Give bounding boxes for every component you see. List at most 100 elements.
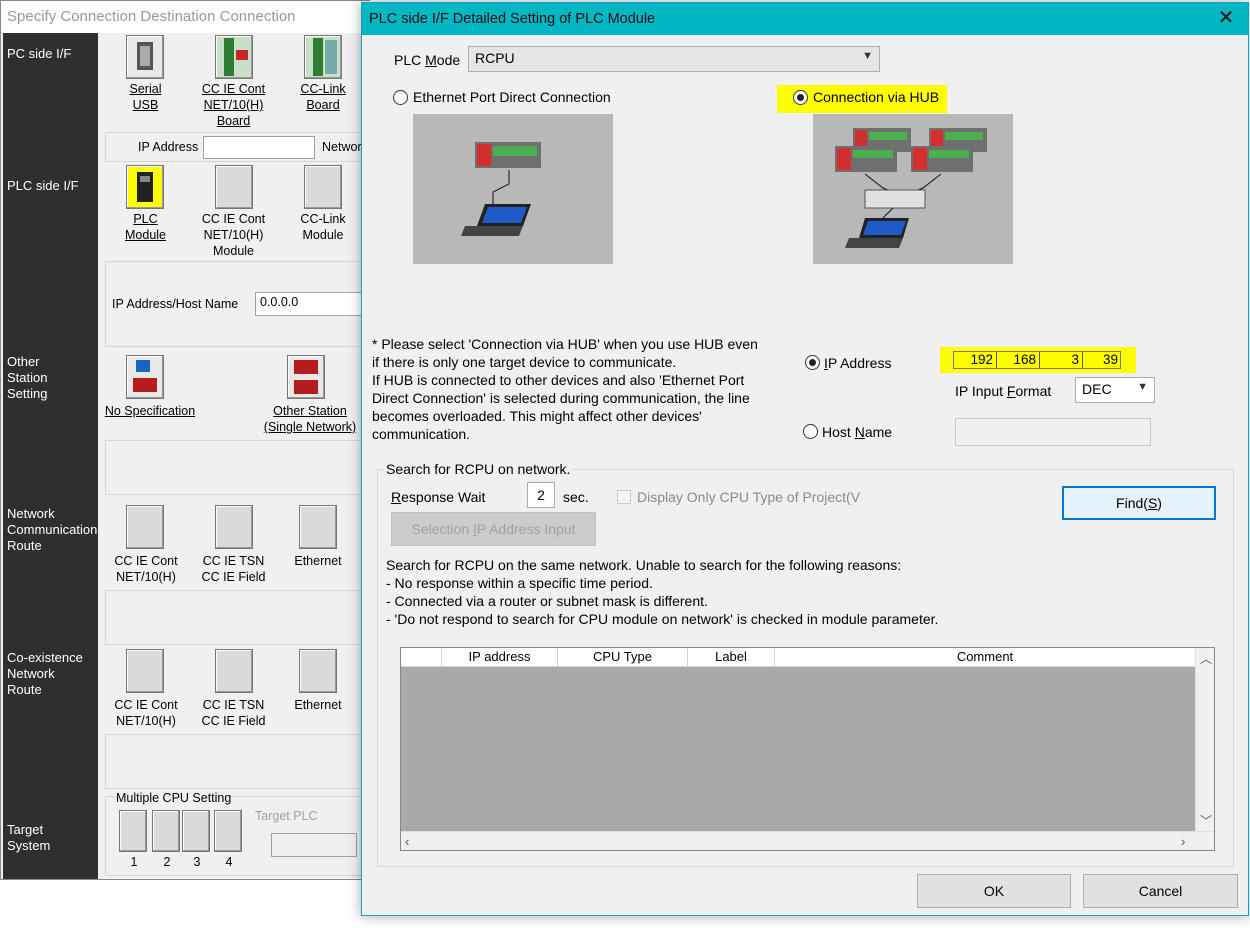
sidebar-label-plc-side: PLC side I/F (7, 178, 79, 193)
search-results-table[interactable]: IP address CPU Type Label Comment ︿ ﹀ ‹ … (400, 647, 1215, 851)
other-item-no-specification[interactable]: No Specification (104, 403, 196, 419)
plc-item-cc-link-module[interactable]: CC-Link Module (294, 211, 352, 243)
direct-connection-radio[interactable] (393, 90, 408, 105)
ip-host-name-label: IP Address/Host Name (112, 297, 239, 311)
ip-input-format-select[interactable]: DEC ▼ (1075, 377, 1155, 403)
column-header-ip-address[interactable]: IP address (442, 648, 558, 666)
plc-item-cc-ie-module[interactable]: CC IE Cont NET/10(H) Module (196, 211, 271, 259)
host-name-input[interactable] (955, 418, 1151, 446)
sidebar-label-other-station: Other Station Setting (7, 354, 48, 401)
dialog-title-bar: PLC side I/F Detailed Setting of PLC Mod… (362, 3, 1248, 35)
multiple-cpu-label: Multiple CPU Setting (114, 791, 234, 805)
other-item-other-station[interactable]: Other Station (Single Network) (260, 403, 360, 435)
scroll-left-icon[interactable]: ‹ (405, 834, 409, 849)
sidebar-label-coexistence: Co-existence Network Route (7, 650, 83, 697)
close-icon[interactable]: ✕ (1212, 7, 1240, 31)
settings-sidebar: PC side I/F PLC side I/F Other Station S… (3, 33, 98, 879)
cpu-2-button[interactable] (152, 810, 180, 852)
direct-connection-illustration (413, 114, 613, 264)
cpu-4-button[interactable] (214, 810, 242, 852)
cc-link-board-icon[interactable] (304, 35, 342, 79)
display-only-checkbox[interactable] (617, 490, 631, 504)
vertical-scrollbar[interactable]: ︿ ﹀ (1195, 648, 1214, 831)
ok-button[interactable]: OK (917, 874, 1071, 908)
ip-address-field[interactable]: 192 168 3 39 (953, 351, 1121, 369)
chevron-down-icon: ▼ (1137, 381, 1148, 393)
column-header-index[interactable] (401, 648, 442, 666)
hub-usage-note: * Please select 'Connection via HUB' whe… (372, 336, 758, 442)
ip-octet-2[interactable]: 168 (997, 352, 1039, 368)
scroll-down-icon[interactable]: ﹀ (1200, 812, 1212, 829)
host-name-label[interactable]: Host Name (822, 424, 892, 440)
scroll-up-icon[interactable]: ︿ (1200, 650, 1212, 667)
plc-mode-value: RCPU (475, 50, 515, 66)
direct-connection-label[interactable]: Ethernet Port Direct Connection (413, 89, 611, 105)
ip-octet-3[interactable]: 3 (1040, 352, 1082, 368)
coexist-cc-ie-tsn-icon[interactable] (215, 649, 253, 693)
ip-address-radio[interactable] (805, 355, 820, 370)
hub-connection-label[interactable]: Connection via HUB (813, 89, 939, 105)
search-info-text: Search for RCPU on the same network. Una… (386, 557, 939, 627)
response-wait-input[interactable]: 2 (527, 482, 555, 508)
serial-usb-icon[interactable] (126, 35, 164, 79)
route-item-ethernet[interactable]: Ethernet (292, 553, 344, 569)
host-name-radio[interactable] (803, 424, 818, 439)
sidebar-label-target-system: Target System (7, 822, 51, 853)
coexist-item-cc-ie-cont[interactable]: CC IE Cont NET/10(H) (110, 697, 182, 729)
coexist-item-cc-ie-tsn[interactable]: CC IE TSN CC IE Field (196, 697, 271, 729)
hub-connection-radio[interactable] (793, 90, 808, 105)
find-button[interactable]: Find(S) (1062, 486, 1216, 520)
plc-module-icon[interactable] (126, 165, 164, 209)
coexist-cc-ie-cont-icon[interactable] (126, 649, 164, 693)
pc-ip-address-label: IP Address (138, 140, 199, 154)
route-item-cc-ie-tsn[interactable]: CC IE TSN CC IE Field (196, 553, 271, 585)
background-window-title: Specify Connection Destination Connectio… (1, 1, 371, 33)
target-plc-input[interactable] (271, 833, 357, 857)
cc-link-module-icon[interactable] (304, 165, 342, 209)
no-specification-icon[interactable] (126, 355, 164, 399)
cpu-3-button[interactable] (182, 810, 210, 852)
response-wait-unit: sec. (563, 489, 589, 505)
route-ethernet-icon[interactable] (299, 505, 337, 549)
ip-octet-1[interactable]: 192 (954, 352, 996, 368)
coexist-item-ethernet[interactable]: Ethernet (292, 697, 344, 713)
display-only-label[interactable]: Display Only CPU Type of Project(V (637, 489, 860, 505)
ip-input-format-value: DEC (1082, 381, 1112, 397)
cancel-button[interactable]: Cancel (1083, 874, 1238, 908)
cpu-1-button[interactable] (119, 810, 147, 852)
ip-address-label[interactable]: IP Address (824, 355, 891, 371)
cc-ie-board-icon[interactable] (215, 35, 253, 79)
column-header-cpu-type[interactable]: CPU Type (558, 648, 688, 666)
sidebar-label-network-route: Network Communication Route (7, 506, 98, 553)
sidebar-label-pc-side: PC side I/F (7, 46, 72, 61)
column-header-comment[interactable]: Comment (775, 648, 1195, 666)
pc-item-serial-usb[interactable]: Serial USB (118, 81, 173, 113)
ip-input-format-label: IP Input Format (955, 383, 1052, 399)
chevron-down-icon: ▼ (862, 50, 873, 62)
pc-network-label: Networ (322, 140, 362, 154)
ip-host-name-input[interactable]: 0.0.0.0 (255, 292, 371, 316)
scroll-right-icon[interactable]: › (1181, 834, 1185, 849)
horizontal-scrollbar[interactable]: ‹ › (401, 831, 1214, 850)
coexist-section (105, 734, 371, 789)
response-wait-label: Response Wait (391, 489, 486, 505)
pc-item-cc-ie-board[interactable]: CC IE Cont NET/10(H) Board (196, 81, 271, 129)
other-station-icon[interactable] (287, 355, 325, 399)
ip-octet-4[interactable]: 39 (1083, 352, 1121, 368)
plc-mode-select[interactable]: RCPU ▼ (468, 46, 880, 72)
cc-ie-module-icon[interactable] (215, 165, 253, 209)
plc-mode-label: PLC Mode (394, 52, 461, 68)
pc-item-cc-link-board[interactable]: CC-Link Board (294, 81, 352, 113)
route-cc-ie-cont-icon[interactable] (126, 505, 164, 549)
plc-item-plc-module[interactable]: PLC Module (118, 211, 173, 243)
other-station-section (105, 440, 371, 495)
route-cc-ie-tsn-icon[interactable] (215, 505, 253, 549)
route-item-cc-ie-cont[interactable]: CC IE Cont NET/10(H) (110, 553, 182, 585)
pc-ip-address-input[interactable] (203, 136, 315, 159)
column-header-label[interactable]: Label (688, 648, 775, 666)
hub-connection-illustration (813, 114, 1013, 264)
cpu-2-label: 2 (163, 855, 171, 869)
dialog-title: PLC side I/F Detailed Setting of PLC Mod… (369, 11, 656, 27)
selection-ip-address-button[interactable]: Selection IP Address Input (391, 512, 596, 546)
coexist-ethernet-icon[interactable] (299, 649, 337, 693)
